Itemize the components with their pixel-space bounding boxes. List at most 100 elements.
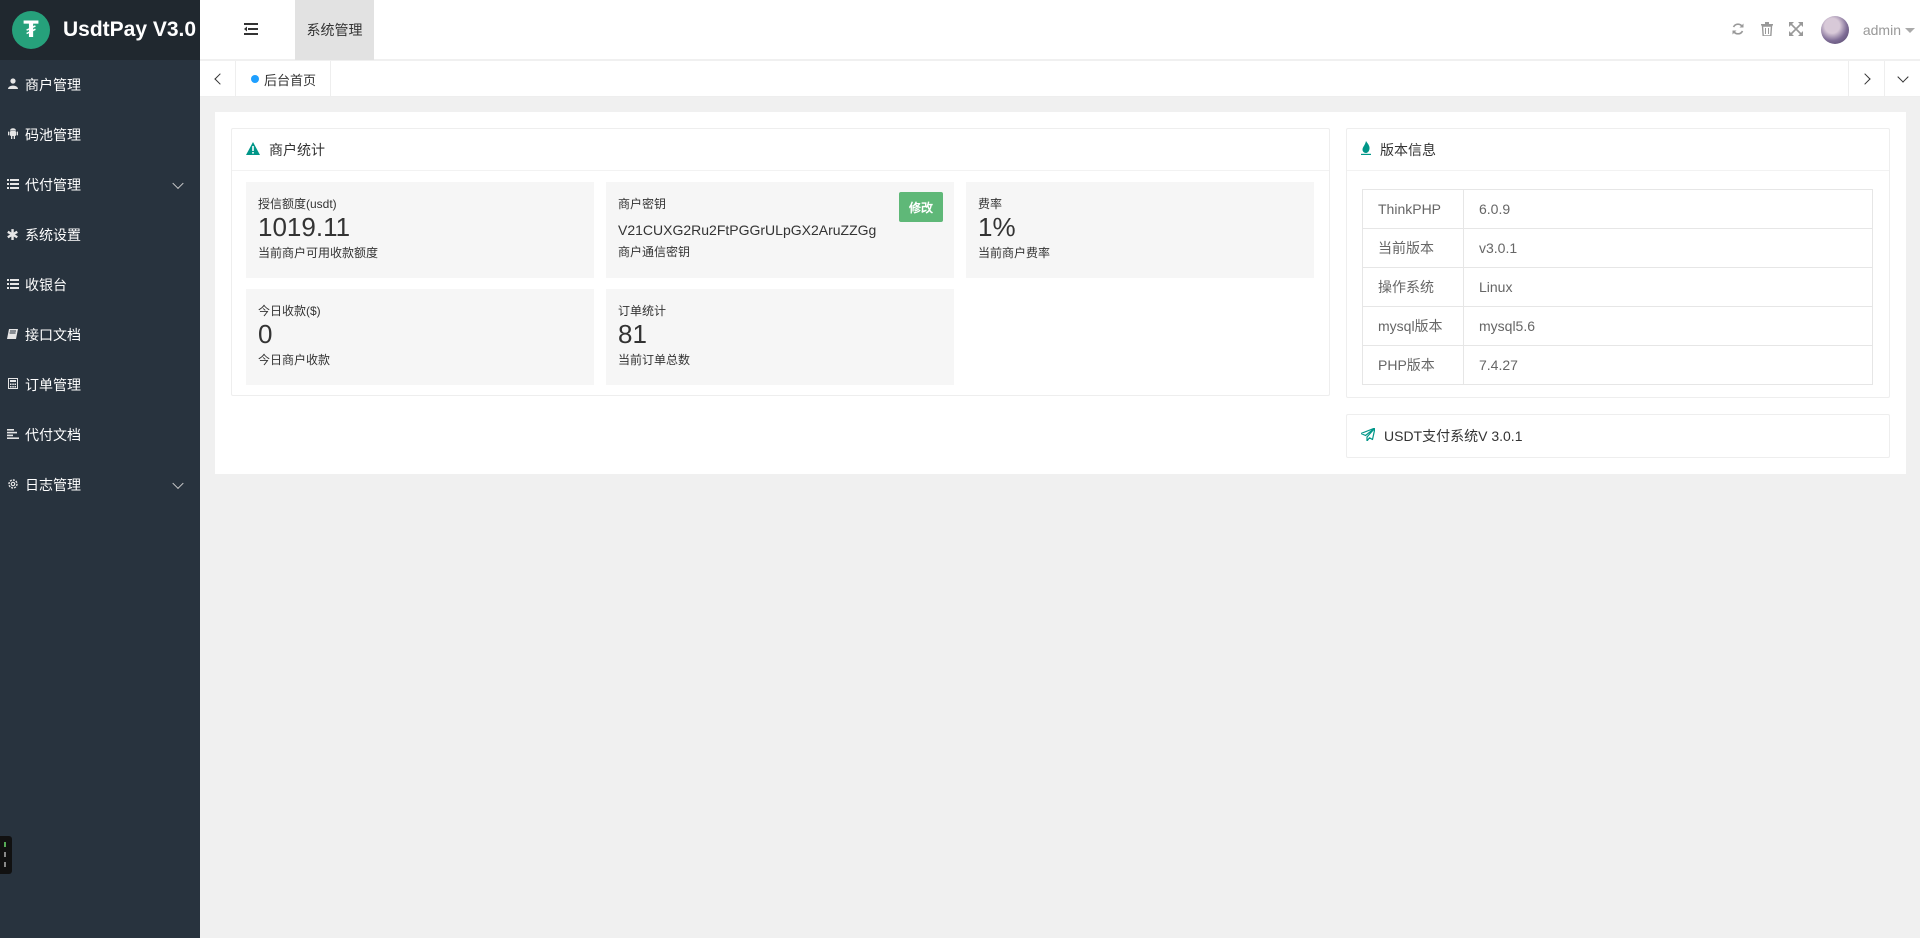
stat-card-order-count: 订单统计 81 当前订单总数 [606,289,954,385]
active-dot-icon [251,75,259,83]
panel-title: 版本信息 [1380,141,1436,158]
tab-scroll-right-button[interactable] [1848,61,1884,97]
refresh-icon[interactable] [1731,22,1745,39]
stat-card-today-income: 今日收款($) 0 今日商户收款 [246,289,594,385]
tab-home[interactable]: 后台首页 [236,61,332,97]
floating-widget[interactable] [0,836,12,874]
edit-key-button[interactable]: 修改 [899,192,943,222]
chevron-down-icon [172,177,184,190]
stat-value: 1% [978,212,1016,242]
list-icon [0,178,25,192]
book-icon [0,328,25,342]
menu-toggle-icon[interactable] [244,23,258,35]
version-key: 操作系统 [1362,267,1464,307]
version-key: mysql版本 [1362,306,1464,346]
main-content: 商户统计 授信额度(usdt) 1019.11 当前商户可用收款额度 商户密钥 … [215,112,1906,474]
tab-label: 后台首页 [264,72,317,88]
stat-title: 今日收款($) [258,304,321,318]
sidebar-item-code-pool[interactable]: 码池管理 [0,110,200,160]
stat-desc: 商户通信密钥 [618,245,691,259]
header-tab-system-management[interactable]: 系统管理 [295,0,374,60]
system-version-text: USDT支付系统V 3.0.1 [1384,428,1523,444]
table-row: ThinkPHP 6.0.9 [1362,189,1873,229]
tab-options-button[interactable] [1884,61,1920,97]
panel-header: 商户统计 [232,129,1329,171]
chevron-left-icon [213,73,226,85]
fullscreen-icon[interactable] [1788,21,1803,39]
version-value: 6.0.9 [1463,189,1873,229]
sidebar-item-payout[interactable]: 代付管理 [0,160,200,210]
sidebar-item-payout-docs[interactable]: 代付文档 [0,410,200,460]
sidebar-item-label: 日志管理 [25,477,81,493]
sidebar-item-cashier[interactable]: 收银台 [0,260,200,310]
trash-icon[interactable] [1760,21,1773,39]
fire-icon [1361,141,1371,158]
stat-title: 订单统计 [618,304,667,318]
system-version-panel: USDT支付系统V 3.0.1 [1346,414,1890,458]
sidebar-item-label: 代付管理 [25,177,81,193]
stat-desc: 当前商户可用收款额度 [258,246,379,260]
stat-value: 0 [258,319,273,349]
asterisk-icon: ✱ [6,227,19,244]
sidebar-item-orders[interactable]: 订单管理 [0,360,200,410]
app-title: UsdtPay V3.0 [63,18,197,41]
sidebar-item-label: 订单管理 [25,377,81,393]
chevron-right-icon [1858,73,1871,85]
tether-logo-icon: ₮ [12,11,50,49]
stat-card-merchant-key: 商户密钥 V21CUXG2Ru2FtPGGrULpGX2AruZZGg 商户通信… [606,182,954,278]
user-icon [0,78,25,92]
panel-header: 版本信息 [1347,129,1889,171]
table-row: PHP版本 7.4.27 [1362,345,1873,385]
sidebar-item-label: 代付文档 [25,427,81,443]
sidebar-menu: 商户管理 码池管理 代付管理 ✱ 系统设置 收银台 接口文档 订单管理 代付文档… [0,60,200,510]
logo[interactable]: ₮ UsdtPay V3.0 [0,0,200,60]
stat-desc: 当前订单总数 [618,353,691,367]
stat-value: 81 [618,319,647,349]
gear-icon [0,478,25,493]
merchant-stats-panel: 商户统计 授信额度(usdt) 1019.11 当前商户可用收款额度 商户密钥 … [231,128,1330,396]
sidebar-item-label: 系统设置 [25,227,81,243]
user-name[interactable]: admin [1863,22,1901,38]
version-info-panel: 版本信息 ThinkPHP 6.0.9 当前版本 v3.0.1 操作系统 Lin… [1346,128,1890,398]
sidebar-item-system-settings[interactable]: ✱ 系统设置 [0,210,200,260]
page-tab-bar: 后台首页 [200,61,1920,97]
top-header: 系统管理 admin [200,0,1920,60]
merchant-key-value: V21CUXG2Ru2FtPGGrULpGX2AruZZGg [618,222,877,238]
sidebar-item-label: 商户管理 [25,77,81,93]
send-icon [1360,427,1376,444]
tab-scroll-left-button[interactable] [200,61,236,97]
stat-desc: 当前商户费率 [978,246,1051,260]
version-key: ThinkPHP [1362,189,1464,229]
stat-title: 费率 [978,197,1003,211]
stat-card-credit: 授信额度(usdt) 1019.11 当前商户可用收款额度 [246,182,594,278]
version-table: ThinkPHP 6.0.9 当前版本 v3.0.1 操作系统 Linux my… [1362,189,1873,385]
sidebar: ₮ UsdtPay V3.0 商户管理 码池管理 代付管理 ✱ 系统设置 收银台… [0,0,200,938]
sidebar-item-label: 收银台 [25,277,67,293]
avatar[interactable] [1820,16,1849,44]
panel-title: 商户统计 [269,141,325,158]
version-key: 当前版本 [1362,228,1464,268]
warning-icon [246,141,260,158]
sidebar-item-label: 码池管理 [25,127,81,143]
stat-title: 商户密钥 [618,197,667,211]
chevron-down-icon [1896,71,1909,83]
sidebar-item-label: 接口文档 [25,327,81,343]
caret-down-icon[interactable] [1905,27,1915,33]
sidebar-item-merchant[interactable]: 商户管理 [0,60,200,110]
chevron-down-icon [172,477,184,490]
sidebar-item-logs[interactable]: 日志管理 [0,460,200,510]
version-value: v3.0.1 [1463,228,1873,268]
version-value: Linux [1463,267,1873,307]
calculator-icon [0,378,25,392]
sidebar-item-api-docs[interactable]: 接口文档 [0,310,200,360]
table-row: 当前版本 v3.0.1 [1362,228,1873,268]
version-value: 7.4.27 [1463,345,1873,385]
version-value: mysql5.6 [1463,306,1873,346]
version-key: PHP版本 [1362,345,1464,385]
stat-title: 授信额度(usdt) [258,197,337,211]
header-toolbar: admin [1731,0,1920,60]
stat-card-fee-rate: 费率 1% 当前商户费率 [966,182,1314,278]
android-icon [0,128,25,142]
list-icon [0,278,25,292]
align-left-icon [0,428,25,442]
